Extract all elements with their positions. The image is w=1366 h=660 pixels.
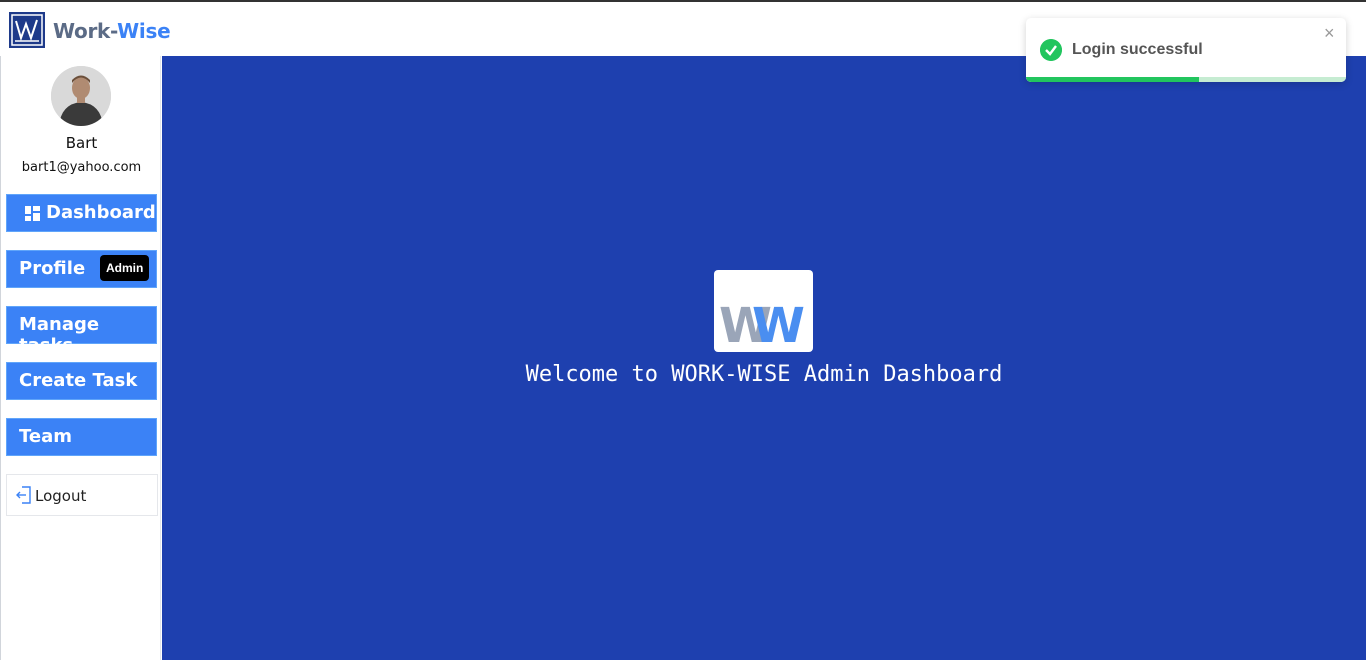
avatar — [51, 66, 111, 126]
sidebar-item-team[interactable]: Team — [6, 418, 157, 456]
sidebar-item-label: Profile — [19, 258, 86, 279]
sidebar: Bart bart1@yahoo.com Dashboard Profile A… — [0, 56, 161, 660]
sidebar-item-dashboard[interactable]: Dashboard — [6, 194, 157, 232]
logout-label: Logout — [35, 487, 87, 505]
toast-notification: Login successful × — [1026, 18, 1346, 82]
brand-part-1: Work- — [53, 19, 118, 43]
role-badge: Admin — [100, 255, 150, 281]
close-icon[interactable]: × — [1324, 23, 1335, 44]
center-logo: W W — [714, 270, 813, 352]
success-check-icon — [1040, 39, 1062, 61]
sidebar-item-label: Team — [19, 426, 72, 447]
logout-button[interactable]: Logout — [6, 474, 158, 516]
toast-message: Login successful — [1072, 41, 1203, 58]
user-avatar-image — [51, 66, 111, 126]
sidebar-item-profile[interactable]: Profile Admin — [6, 250, 157, 288]
welcome-message: Welcome to WORK-WISE Admin Dashboard — [525, 362, 1003, 387]
dashboard-icon — [25, 206, 40, 221]
toast-progress-bar — [1026, 77, 1199, 82]
app-logo[interactable] — [9, 12, 45, 48]
toast-progress-track — [1026, 77, 1346, 82]
svg-text:W: W — [752, 298, 805, 352]
sidebar-item-label: Manage tasks — [19, 314, 100, 356]
main-content: W W Welcome to WORK-WISE Admin Dashboard — [162, 56, 1366, 660]
sidebar-item-label: Dashboard — [46, 202, 156, 223]
work-wise-logo-icon: W W — [719, 298, 805, 352]
user-email: bart1@yahoo.com — [21, 160, 142, 175]
brand-part-2: Wise — [117, 19, 171, 43]
sidebar-item-manage-tasks[interactable]: Manage tasks — [6, 306, 157, 356]
logout-icon — [16, 486, 31, 504]
app-logo-icon — [11, 14, 43, 46]
sidebar-item-create-task[interactable]: Create Task — [6, 362, 157, 400]
sidebar-item-label: Create Task — [19, 370, 138, 391]
user-name: Bart — [65, 134, 98, 152]
app-brand[interactable]: Work-Wise — [53, 19, 171, 43]
